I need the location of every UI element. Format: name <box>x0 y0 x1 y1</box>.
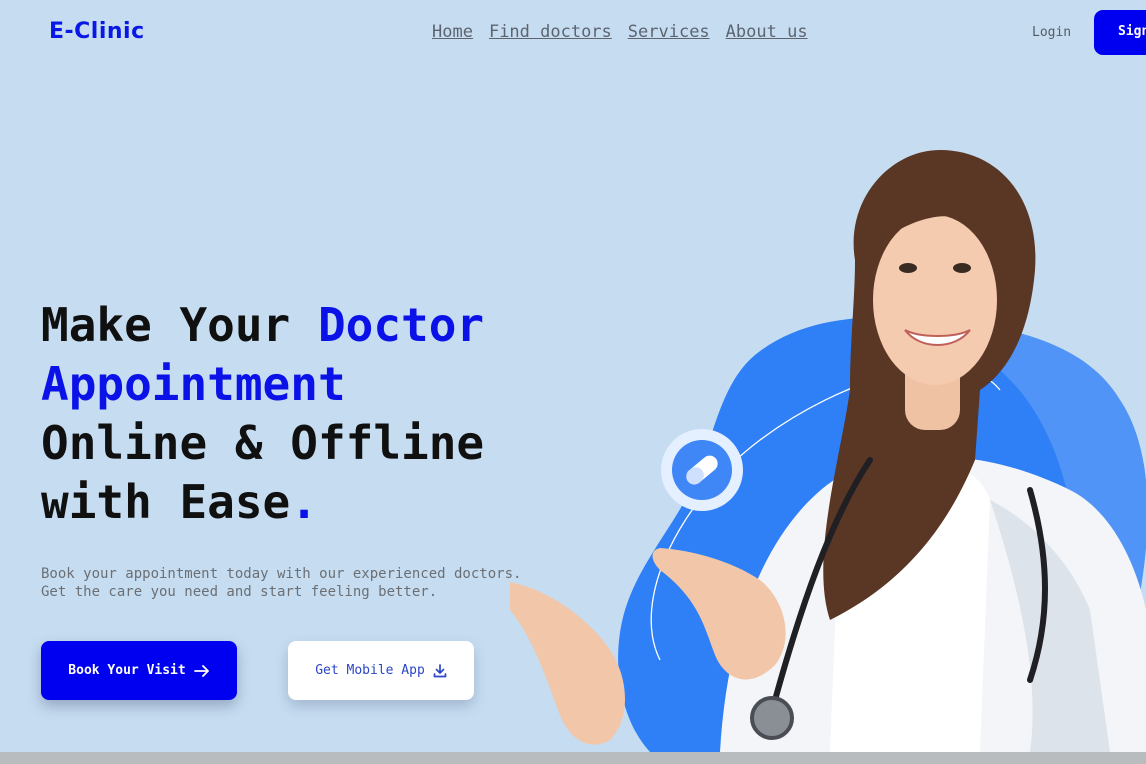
hero-subtitle: Book your appointment today with our exp… <box>41 565 521 601</box>
arrow-right-icon <box>193 664 209 677</box>
doctor-hero-illustration <box>510 150 1146 752</box>
doctor-face <box>873 215 997 385</box>
get-mobile-app-label: Get Mobile App <box>315 663 425 678</box>
hero-title-part: Online & Offline <box>41 416 485 470</box>
doctor-eye-right <box>953 263 971 273</box>
hero-subtitle-line: Get the care you need and start feeling … <box>41 584 438 600</box>
brand-logo[interactable]: E-Clinic <box>49 19 145 44</box>
get-mobile-app-button[interactable]: Get Mobile App <box>288 641 474 700</box>
hero-title-dot: . <box>290 475 318 529</box>
login-link[interactable]: Login <box>1032 25 1071 40</box>
nav-find-doctors[interactable]: Find doctors <box>489 22 612 42</box>
stethoscope-chestpiece <box>750 696 794 740</box>
main-nav: Home Find doctors Services About us <box>432 22 808 42</box>
hero-title-part: with Ease <box>41 475 291 529</box>
signup-button[interactable]: Sign <box>1094 10 1146 55</box>
nav-services[interactable]: Services <box>628 22 710 42</box>
nav-home[interactable]: Home <box>432 22 473 42</box>
hero-title-highlight: Doctor <box>317 298 485 352</box>
book-visit-button[interactable]: Book Your Visit <box>41 641 237 700</box>
bottom-edge-bar <box>0 752 1146 764</box>
doctor-hand-right <box>510 582 625 745</box>
hero-title: Make Your Doctor Appointment Online & Of… <box>41 296 484 532</box>
hero-title-highlight: Appointment <box>41 357 346 411</box>
download-icon <box>433 663 447 677</box>
nav-about-us[interactable]: About us <box>726 22 808 42</box>
doctor-eye-left <box>899 263 917 273</box>
hero-title-part: Make Your <box>41 298 318 352</box>
book-visit-label: Book Your Visit <box>68 663 186 678</box>
hero-subtitle-line: Book your appointment today with our exp… <box>41 566 522 582</box>
